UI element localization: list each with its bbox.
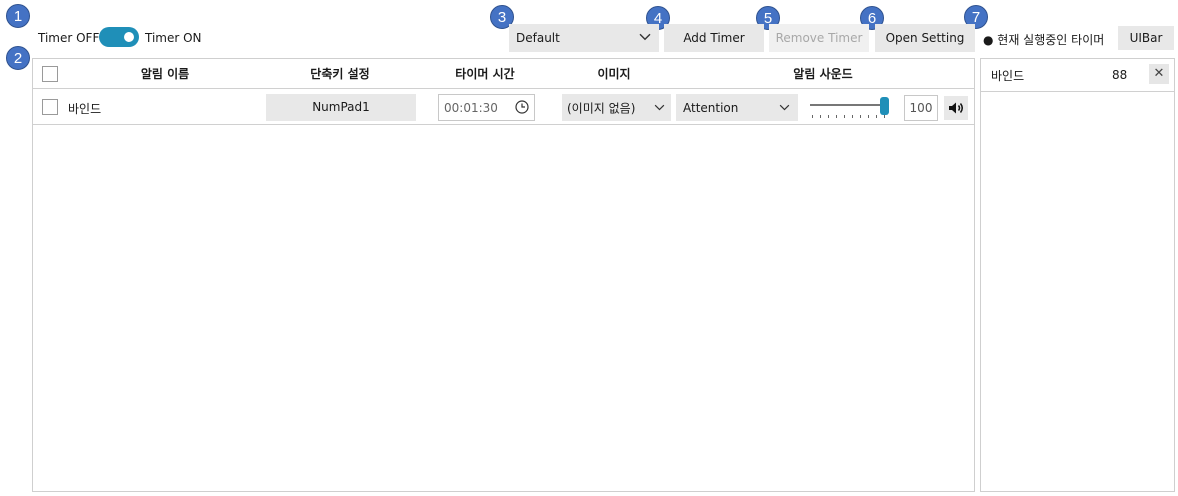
timer-time-field[interactable]: 00:01:30 bbox=[438, 94, 535, 121]
open-setting-button[interactable]: Open Setting bbox=[875, 24, 975, 52]
slider-tick bbox=[876, 115, 877, 118]
callout-badge-2: 2 bbox=[6, 46, 30, 70]
sound-select-value: Attention bbox=[683, 100, 739, 115]
timer-off-label: Timer OFF bbox=[38, 31, 100, 45]
slider-tick bbox=[868, 115, 869, 118]
slider-tick bbox=[836, 115, 837, 118]
slider-tick bbox=[820, 115, 821, 118]
header-hotkey: 단축키 설정 bbox=[310, 67, 370, 81]
chevron-down-icon bbox=[654, 100, 665, 114]
remove-timer-button[interactable]: Remove Timer bbox=[769, 24, 869, 52]
toggle-knob bbox=[124, 32, 134, 42]
running-timers-panel bbox=[980, 58, 1175, 492]
uibar-button[interactable]: UIBar bbox=[1118, 26, 1174, 50]
running-row-divider bbox=[981, 91, 1174, 92]
sound-select[interactable]: Attention bbox=[676, 94, 798, 121]
timer-on-label: Timer ON bbox=[145, 31, 202, 45]
close-icon[interactable]: ✕ bbox=[1149, 64, 1169, 84]
profile-select-value: Default bbox=[516, 31, 560, 45]
header-divider bbox=[33, 88, 974, 89]
speaker-icon[interactable] bbox=[944, 96, 968, 120]
slider-tick bbox=[828, 115, 829, 118]
row-checkbox[interactable] bbox=[42, 99, 58, 115]
chevron-down-icon bbox=[779, 100, 790, 114]
running-timer-remaining: 88 bbox=[1112, 68, 1128, 82]
add-timer-button[interactable]: Add Timer bbox=[664, 24, 764, 52]
callout-badge-1: 1 bbox=[6, 4, 30, 28]
hotkey-button[interactable]: NumPad1 bbox=[266, 94, 416, 121]
slider-tick bbox=[860, 115, 861, 118]
volume-value-field[interactable]: 100 bbox=[904, 95, 938, 121]
row-name: 바인드 bbox=[68, 102, 102, 116]
running-timer-name: 바인드 bbox=[991, 69, 1025, 83]
profile-select[interactable]: Default bbox=[509, 24, 659, 52]
timer-toggle[interactable] bbox=[99, 27, 139, 47]
chevron-down-icon bbox=[639, 30, 651, 44]
clock-icon[interactable] bbox=[515, 100, 529, 117]
slider-tick bbox=[812, 115, 813, 118]
header-time: 타이머 시간 bbox=[455, 67, 515, 81]
timer-time-value: 00:01:30 bbox=[444, 101, 498, 115]
slider-tick bbox=[852, 115, 853, 118]
row-divider bbox=[33, 124, 974, 125]
image-select[interactable]: (이미지 없음) bbox=[562, 94, 671, 121]
header-sound: 알림 사운드 bbox=[793, 67, 853, 81]
header-name: 알림 이름 bbox=[140, 67, 190, 81]
slider-tick bbox=[844, 115, 845, 118]
slider-thumb[interactable] bbox=[880, 97, 889, 115]
running-timers-label: ● 현재 실행중인 타이머 bbox=[983, 33, 1105, 47]
image-select-value: (이미지 없음) bbox=[567, 101, 636, 115]
header-image: 이미지 bbox=[597, 67, 631, 81]
slider-track bbox=[810, 104, 888, 106]
slider-tick bbox=[884, 115, 885, 118]
select-all-checkbox[interactable] bbox=[42, 66, 58, 82]
